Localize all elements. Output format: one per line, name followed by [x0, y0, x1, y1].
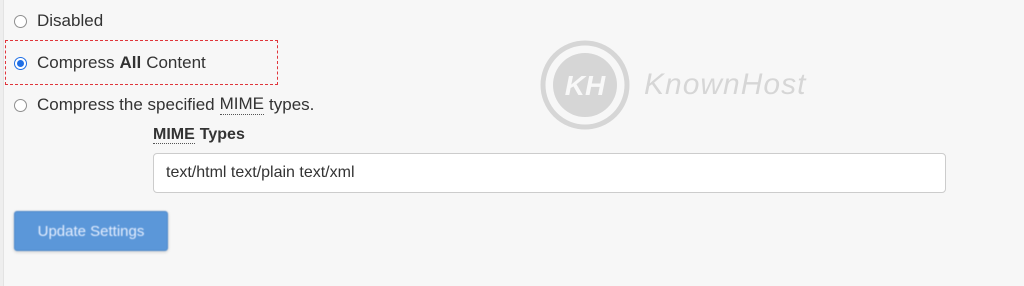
- option-compress-all-label-pre: Compress: [37, 53, 115, 72]
- radio-compress-mime[interactable]: [14, 98, 27, 112]
- update-settings-button[interactable]: Update Settings: [14, 211, 168, 251]
- knownhost-logo-icon: KH: [540, 40, 630, 130]
- option-compress-all-label-bold: All: [119, 53, 142, 72]
- option-disabled-label: Disabled: [37, 11, 104, 30]
- mime-types-input[interactable]: [153, 153, 946, 193]
- radio-compress-all[interactable]: [14, 56, 27, 70]
- knownhost-watermark: KH KnownHost: [540, 40, 806, 130]
- watermark-monogram: KH: [565, 70, 606, 101]
- watermark-text: KnownHost: [644, 68, 807, 101]
- panel-edge: [0, 0, 4, 286]
- option-compress-all[interactable]: Compress All Content: [14, 51, 206, 75]
- option-compress-all-label-post: Content: [146, 53, 206, 72]
- mime-types-label-abbr: MIME: [153, 125, 195, 145]
- mime-types-label-rest: Types: [199, 126, 245, 143]
- option-compress-mime-label-post: types.: [269, 95, 315, 114]
- radio-disabled[interactable]: [14, 14, 27, 28]
- option-compress-mime[interactable]: Compress the specified MIME types.: [14, 93, 314, 117]
- mime-types-label: MIME Types: [153, 124, 245, 146]
- mime-abbreviation: MIME: [219, 94, 265, 115]
- option-disabled[interactable]: Disabled: [14, 9, 103, 33]
- option-compress-mime-label-pre: Compress the specified: [37, 95, 215, 114]
